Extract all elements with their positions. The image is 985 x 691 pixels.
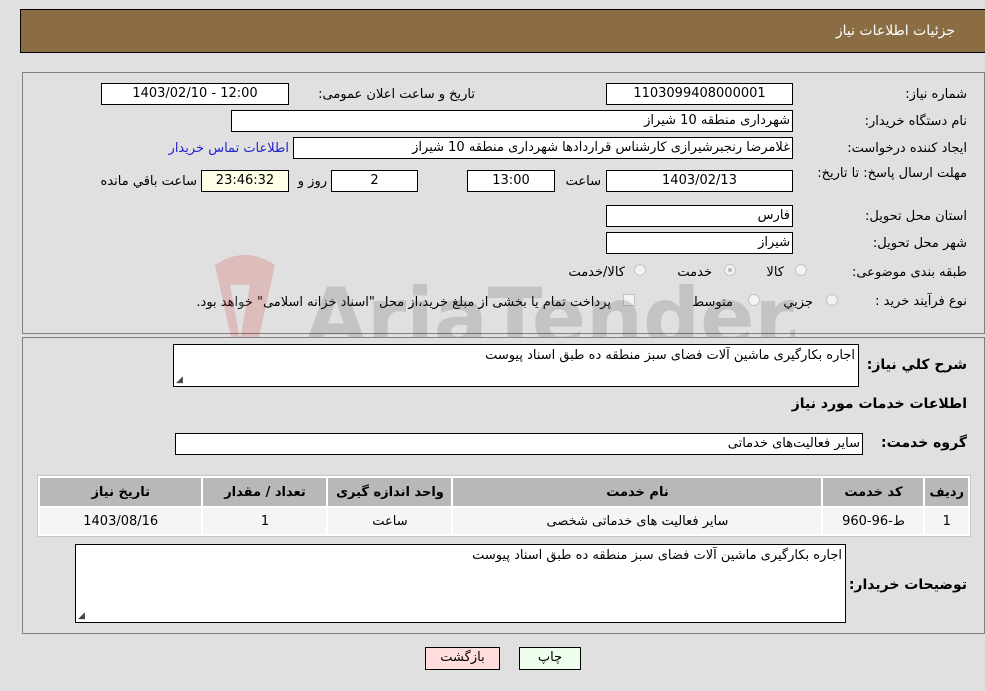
days-label: روز و — [297, 174, 327, 189]
services-table-wrapper: ردیف کد خدمت نام خدمت واحد اندازه گیری ت… — [37, 475, 971, 537]
announce-date-field[interactable]: 1403/02/10 - 12:00 — [101, 83, 289, 105]
purchase-type-option-medium: متوسط — [692, 295, 733, 310]
treasury-checkbox-label: پرداخت تمام یا بخشی از مبلغ خرید،از محل … — [196, 295, 611, 310]
category-label: طبقه بندی موضوعی: — [851, 265, 967, 280]
col-header-unit: واحد اندازه گیری — [328, 478, 452, 506]
purchase-type-option-minor: جزیي — [783, 295, 813, 310]
treasury-checkbox[interactable] — [623, 294, 635, 306]
cell-quantity: 1 — [203, 508, 327, 534]
province-label: استان محل تحویل: — [865, 209, 967, 224]
buyer-notes-textarea[interactable]: اجاره بکارگیری ماشین آلات فضای سبز منطقه… — [75, 544, 846, 623]
category-option-goods: کالا — [766, 265, 784, 280]
page-title: جزئیات اطلاعات نیاز — [835, 23, 955, 39]
resize-grip-icon[interactable]: ◢ — [78, 612, 85, 621]
cell-unit: ساعت — [328, 508, 452, 534]
description-textarea[interactable]: اجاره بکارگیری ماشین آلات فضای سبز منطقه… — [173, 344, 859, 387]
category-option-goods-service: کالا/خدمت — [568, 265, 625, 280]
buyer-org-label: نام دستگاه خریدار: — [864, 114, 967, 129]
remaining-time-field: 23:46:32 — [201, 170, 289, 192]
buyer-contact-link[interactable]: اطلاعات تماس خریدار — [169, 141, 289, 156]
services-heading: اطلاعات خدمات مورد نیاز — [791, 396, 967, 412]
city-label: شهر محل تحویل: — [872, 236, 967, 251]
purchase-type-label: نوع فرآیند خرید : — [875, 294, 967, 309]
purchase-type-radio-medium[interactable] — [748, 294, 760, 306]
col-header-service-name: نام خدمت — [453, 478, 822, 506]
province-field[interactable]: فارس — [606, 205, 793, 227]
creator-label: ایجاد کننده درخواست: — [847, 141, 967, 156]
services-table: ردیف کد خدمت نام خدمت واحد اندازه گیری ت… — [38, 476, 970, 536]
purchase-type-radio-minor[interactable] — [826, 294, 838, 306]
service-group-label: گروه خدمت: — [881, 435, 967, 451]
resize-grip-icon[interactable]: ◢ — [176, 376, 183, 385]
deadline-time-field[interactable]: 13:00 — [467, 170, 555, 192]
buyer-org-field[interactable]: شهرداری منطقه 10 شیراز — [231, 110, 793, 132]
print-button[interactable]: چاپ — [519, 647, 581, 670]
deadline-date-field[interactable]: 1403/02/13 — [606, 170, 793, 192]
buyer-notes-text: اجاره بکارگیری ماشین آلات فضای سبز منطقه… — [472, 548, 842, 563]
announce-date-label: تاریخ و ساعت اعلان عمومی: — [318, 87, 475, 102]
col-header-need-date: تاریخ نیاز — [40, 478, 202, 506]
need-number-label: شماره نیاز: — [905, 87, 967, 102]
table-row: 1 ط-96-960 سایر فعالیت های خدماتی شخصی س… — [40, 508, 968, 534]
description-text: اجاره بکارگیری ماشین آلات فضای سبز منطقه… — [485, 348, 855, 363]
page-header: جزئیات اطلاعات نیاز — [20, 9, 985, 53]
buyer-notes-label: توضیحات خریدار: — [848, 577, 967, 593]
city-field[interactable]: شیراز — [606, 232, 793, 254]
table-header-row: ردیف کد خدمت نام خدمت واحد اندازه گیری ت… — [40, 478, 968, 506]
need-number-field[interactable]: 1103099408000001 — [606, 83, 793, 105]
category-radio-goods-service[interactable] — [634, 264, 646, 276]
remaining-time-label: ساعت باقي مانده — [100, 174, 197, 189]
back-button[interactable]: بازگشت — [425, 647, 500, 670]
category-option-service: خدمت — [677, 265, 712, 280]
days-remaining-field[interactable]: 2 — [331, 170, 418, 192]
service-group-field[interactable]: سایر فعالیت‌های خدماتی — [175, 433, 863, 455]
cell-service-name: سایر فعالیت های خدماتی شخصی — [453, 508, 822, 534]
category-radio-goods[interactable] — [795, 264, 807, 276]
deadline-time-label: ساعت — [565, 174, 601, 189]
cell-service-code: ط-96-960 — [823, 508, 924, 534]
col-header-row-number: ردیف — [925, 478, 968, 506]
creator-field[interactable]: غلامرضا رنجبرشیرازی کارشناس قراردادها شه… — [293, 137, 793, 159]
cell-row-number: 1 — [925, 508, 968, 534]
description-label: شرح کلي نیاز: — [866, 357, 967, 373]
col-header-quantity: تعداد / مقدار — [203, 478, 327, 506]
col-header-service-code: کد خدمت — [823, 478, 924, 506]
category-radio-service[interactable] — [724, 264, 736, 276]
cell-need-date: 1403/08/16 — [40, 508, 202, 534]
deadline-label: مهلت ارسال پاسخ: تا تاریخ: — [817, 166, 967, 181]
